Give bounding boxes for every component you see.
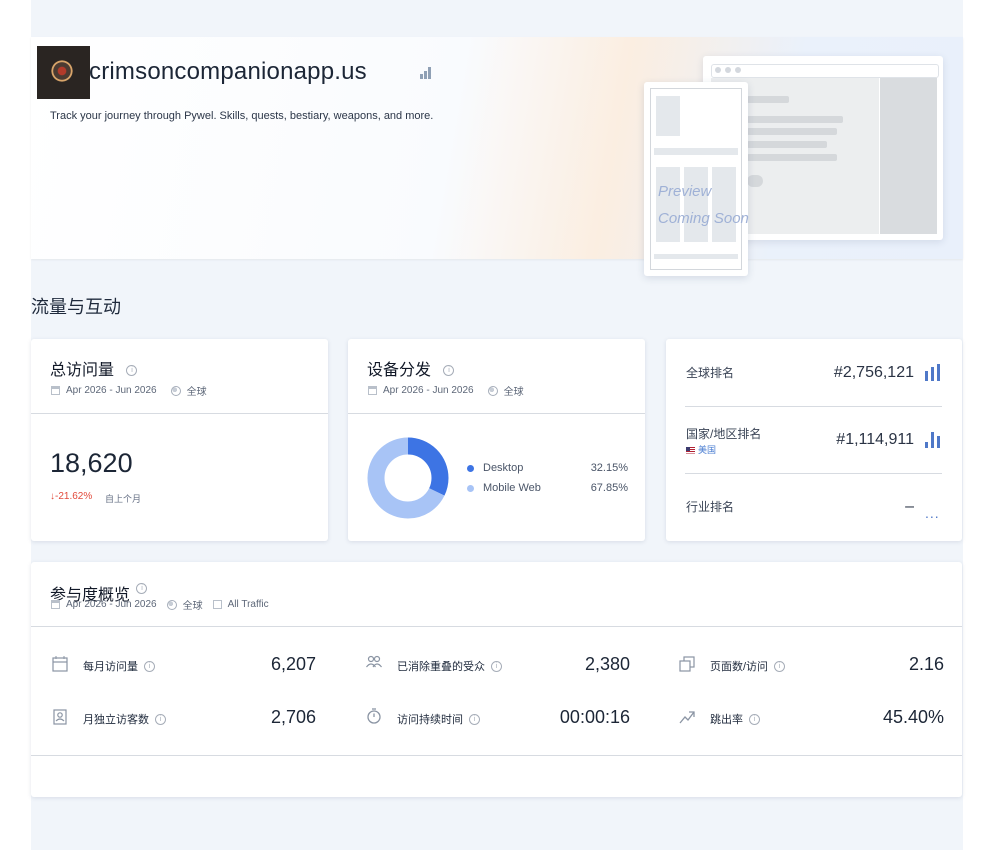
traffic-source-icon (212, 600, 222, 609)
industry-rank-label: 行业排名 (686, 500, 735, 514)
info-icon[interactable]: i (443, 365, 455, 377)
country-rank-value: #1,114,911 (836, 431, 914, 448)
info-icon[interactable]: i (491, 660, 502, 672)
visits-change-note: 自上个月 (105, 494, 142, 504)
device-donut-chart (367, 437, 449, 519)
rank-divider (685, 406, 942, 407)
rank-divider (685, 473, 942, 474)
card-divider (31, 413, 328, 414)
country-rank-label: 国家/地区排名 (686, 427, 762, 441)
calendar-icon (52, 656, 68, 672)
calendar-icon (51, 386, 60, 395)
calendar-icon (51, 600, 60, 609)
engagement-divider-bottom (31, 755, 962, 756)
globe-icon (170, 385, 181, 396)
info-icon[interactable]: i (155, 713, 166, 725)
monthly-visits-value: 6,207 (270, 654, 316, 674)
legend-desktop-swatch (467, 465, 474, 472)
global-rank-chart-icon[interactable] (925, 364, 943, 381)
total-visits-meta: Apr 2026 - Jun 2026 全球 (51, 383, 207, 398)
preview-coming-soon-text: Preview Coming Soon (658, 183, 749, 227)
global-rank-label: 全球排名 (686, 366, 735, 380)
legend-mobile-value: 67.85% (590, 482, 628, 494)
industry-rank-value: – (905, 498, 914, 515)
total-visits-title: 总访问量 i (50, 356, 138, 380)
info-icon[interactable]: i (136, 583, 148, 595)
timer-icon (367, 708, 381, 724)
device-distribution-meta: Apr 2026 - Jun 2026 全球 (368, 383, 524, 398)
info-icon[interactable]: i (749, 713, 760, 725)
legend-mobile: Mobile Web 67.85% (467, 482, 637, 496)
globe-icon (166, 599, 177, 610)
legend-desktop-label: Desktop (483, 462, 524, 474)
visit-duration-value: 00:00:16 (559, 707, 630, 727)
more-icon[interactable]: ... (925, 505, 940, 521)
calendar-icon (368, 386, 377, 395)
section-title: 流量与互动 (31, 297, 121, 317)
site-name[interactable]: crimsoncompanionapp.us (89, 58, 367, 86)
device-distribution-title: 设备分发 i (367, 356, 455, 380)
country-name[interactable]: 美国 (686, 443, 716, 456)
site-description: Track your journey through Pywel. Skills… (50, 110, 434, 122)
deduplicated-audience-value: 2,380 (584, 654, 630, 674)
legend-desktop: Desktop 32.15% (467, 462, 637, 476)
card-divider (348, 413, 645, 414)
visit-duration-label: 访问持续时间 i (397, 711, 480, 727)
country-rank-chart-icon[interactable] (925, 431, 943, 448)
unique-visitors-label: 月独立访客数 i (83, 711, 166, 727)
bounce-rate-label: 跳出率 i (710, 711, 760, 727)
info-icon[interactable]: i (469, 713, 480, 725)
total-visits-value: 18,620 (50, 448, 133, 478)
legend-mobile-swatch (467, 485, 474, 492)
rank-bars-icon (420, 66, 434, 79)
users-icon (366, 655, 382, 668)
engagement-divider (31, 626, 962, 627)
info-icon[interactable]: i (126, 365, 138, 377)
pages-per-visit-label: 页面数/访问 i (710, 658, 786, 674)
visitor-badge-icon (53, 709, 67, 725)
us-flag-icon (686, 447, 695, 455)
engagement-meta: Apr 2026 - Jun 2026 全球 All Traffic (51, 597, 269, 612)
pages-per-visit-value: 2.16 (908, 654, 944, 674)
bounce-trend-icon (679, 711, 695, 724)
globe-icon (487, 385, 498, 396)
monthly-visits-label: 每月访问量 i (83, 658, 155, 674)
site-logo (37, 46, 90, 99)
deduplicated-audience-label: 已消除重叠的受众 i (397, 658, 502, 674)
global-rank-value: #2,756,121 (833, 364, 914, 381)
unique-visitors-value: 2,706 (270, 707, 316, 727)
info-icon[interactable]: i (774, 660, 786, 672)
info-icon[interactable]: i (144, 660, 155, 672)
bounce-rate-value: 45.40% (882, 707, 944, 727)
legend-desktop-value: 32.15% (590, 462, 628, 474)
visits-change: ↓-21.62% (50, 491, 93, 502)
pages-icon (679, 656, 695, 672)
legend-mobile-label: Mobile Web (483, 482, 541, 494)
